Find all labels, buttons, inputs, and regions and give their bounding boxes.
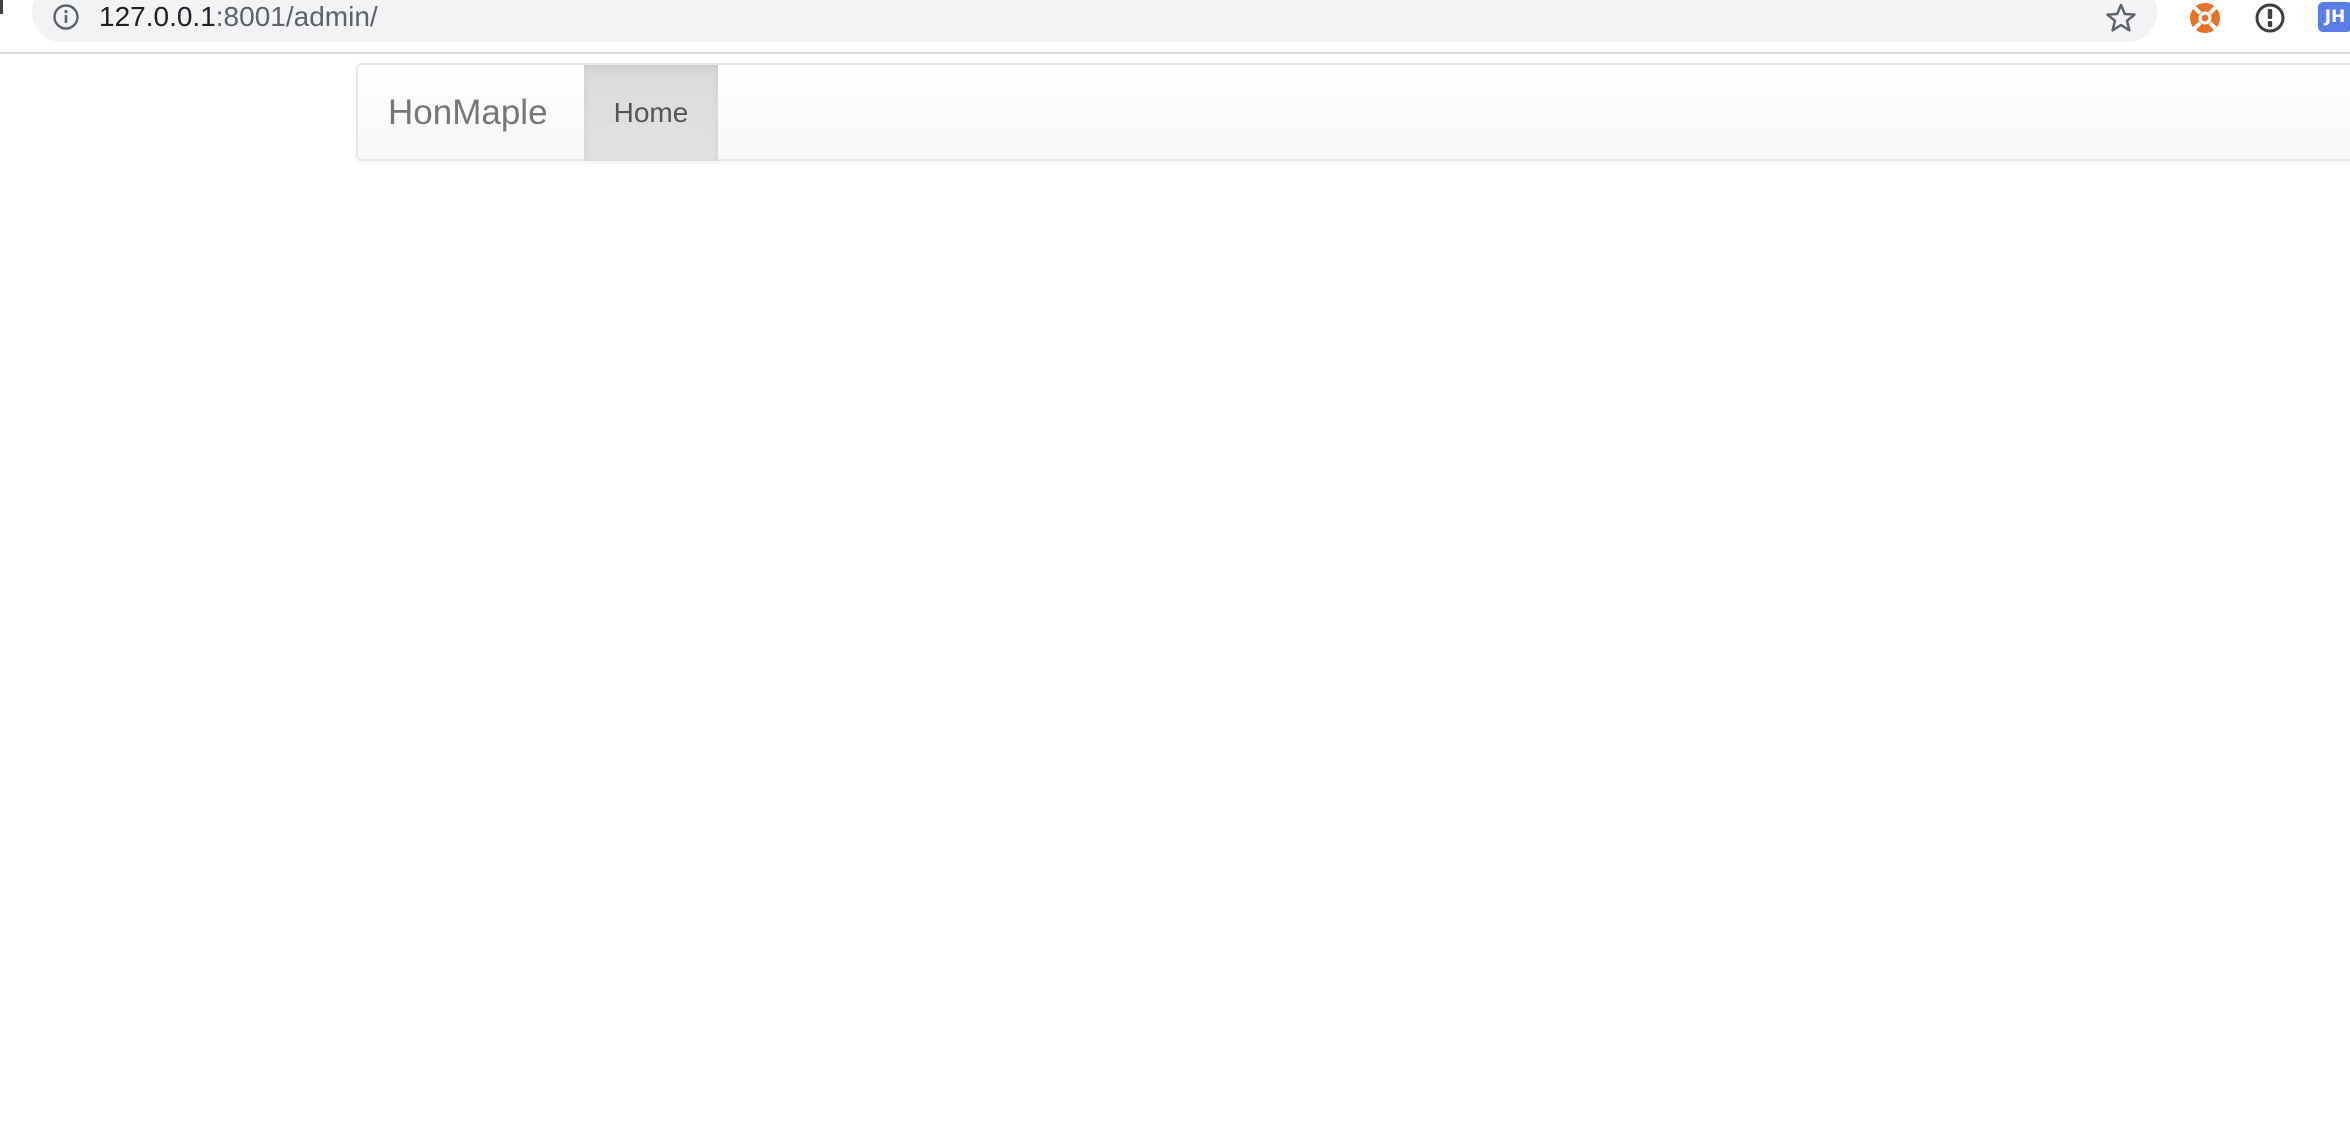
star-icon[interactable] (2104, 1, 2138, 35)
window-edge-mark (0, 0, 3, 14)
browser-toolbar: 127.0.0.1:8001/admin/ JH (0, 0, 2350, 54)
url-text[interactable]: 127.0.0.1:8001/admin/ (99, 0, 378, 34)
nav-item-home[interactable]: Home (584, 65, 718, 161)
info-icon[interactable] (52, 3, 80, 31)
url-host: 127.0.0.1 (99, 1, 216, 32)
top-navbar: HonMaple Home (356, 63, 2350, 161)
page-content (0, 170, 2350, 1128)
url-path: :8001/admin/ (215, 1, 378, 32)
brand-link[interactable]: HonMaple (388, 65, 548, 161)
password-manager-icon[interactable] (2253, 1, 2287, 35)
jh-extension-icon[interactable]: JH (2318, 2, 2350, 32)
lifebuoy-icon[interactable] (2188, 1, 2222, 35)
